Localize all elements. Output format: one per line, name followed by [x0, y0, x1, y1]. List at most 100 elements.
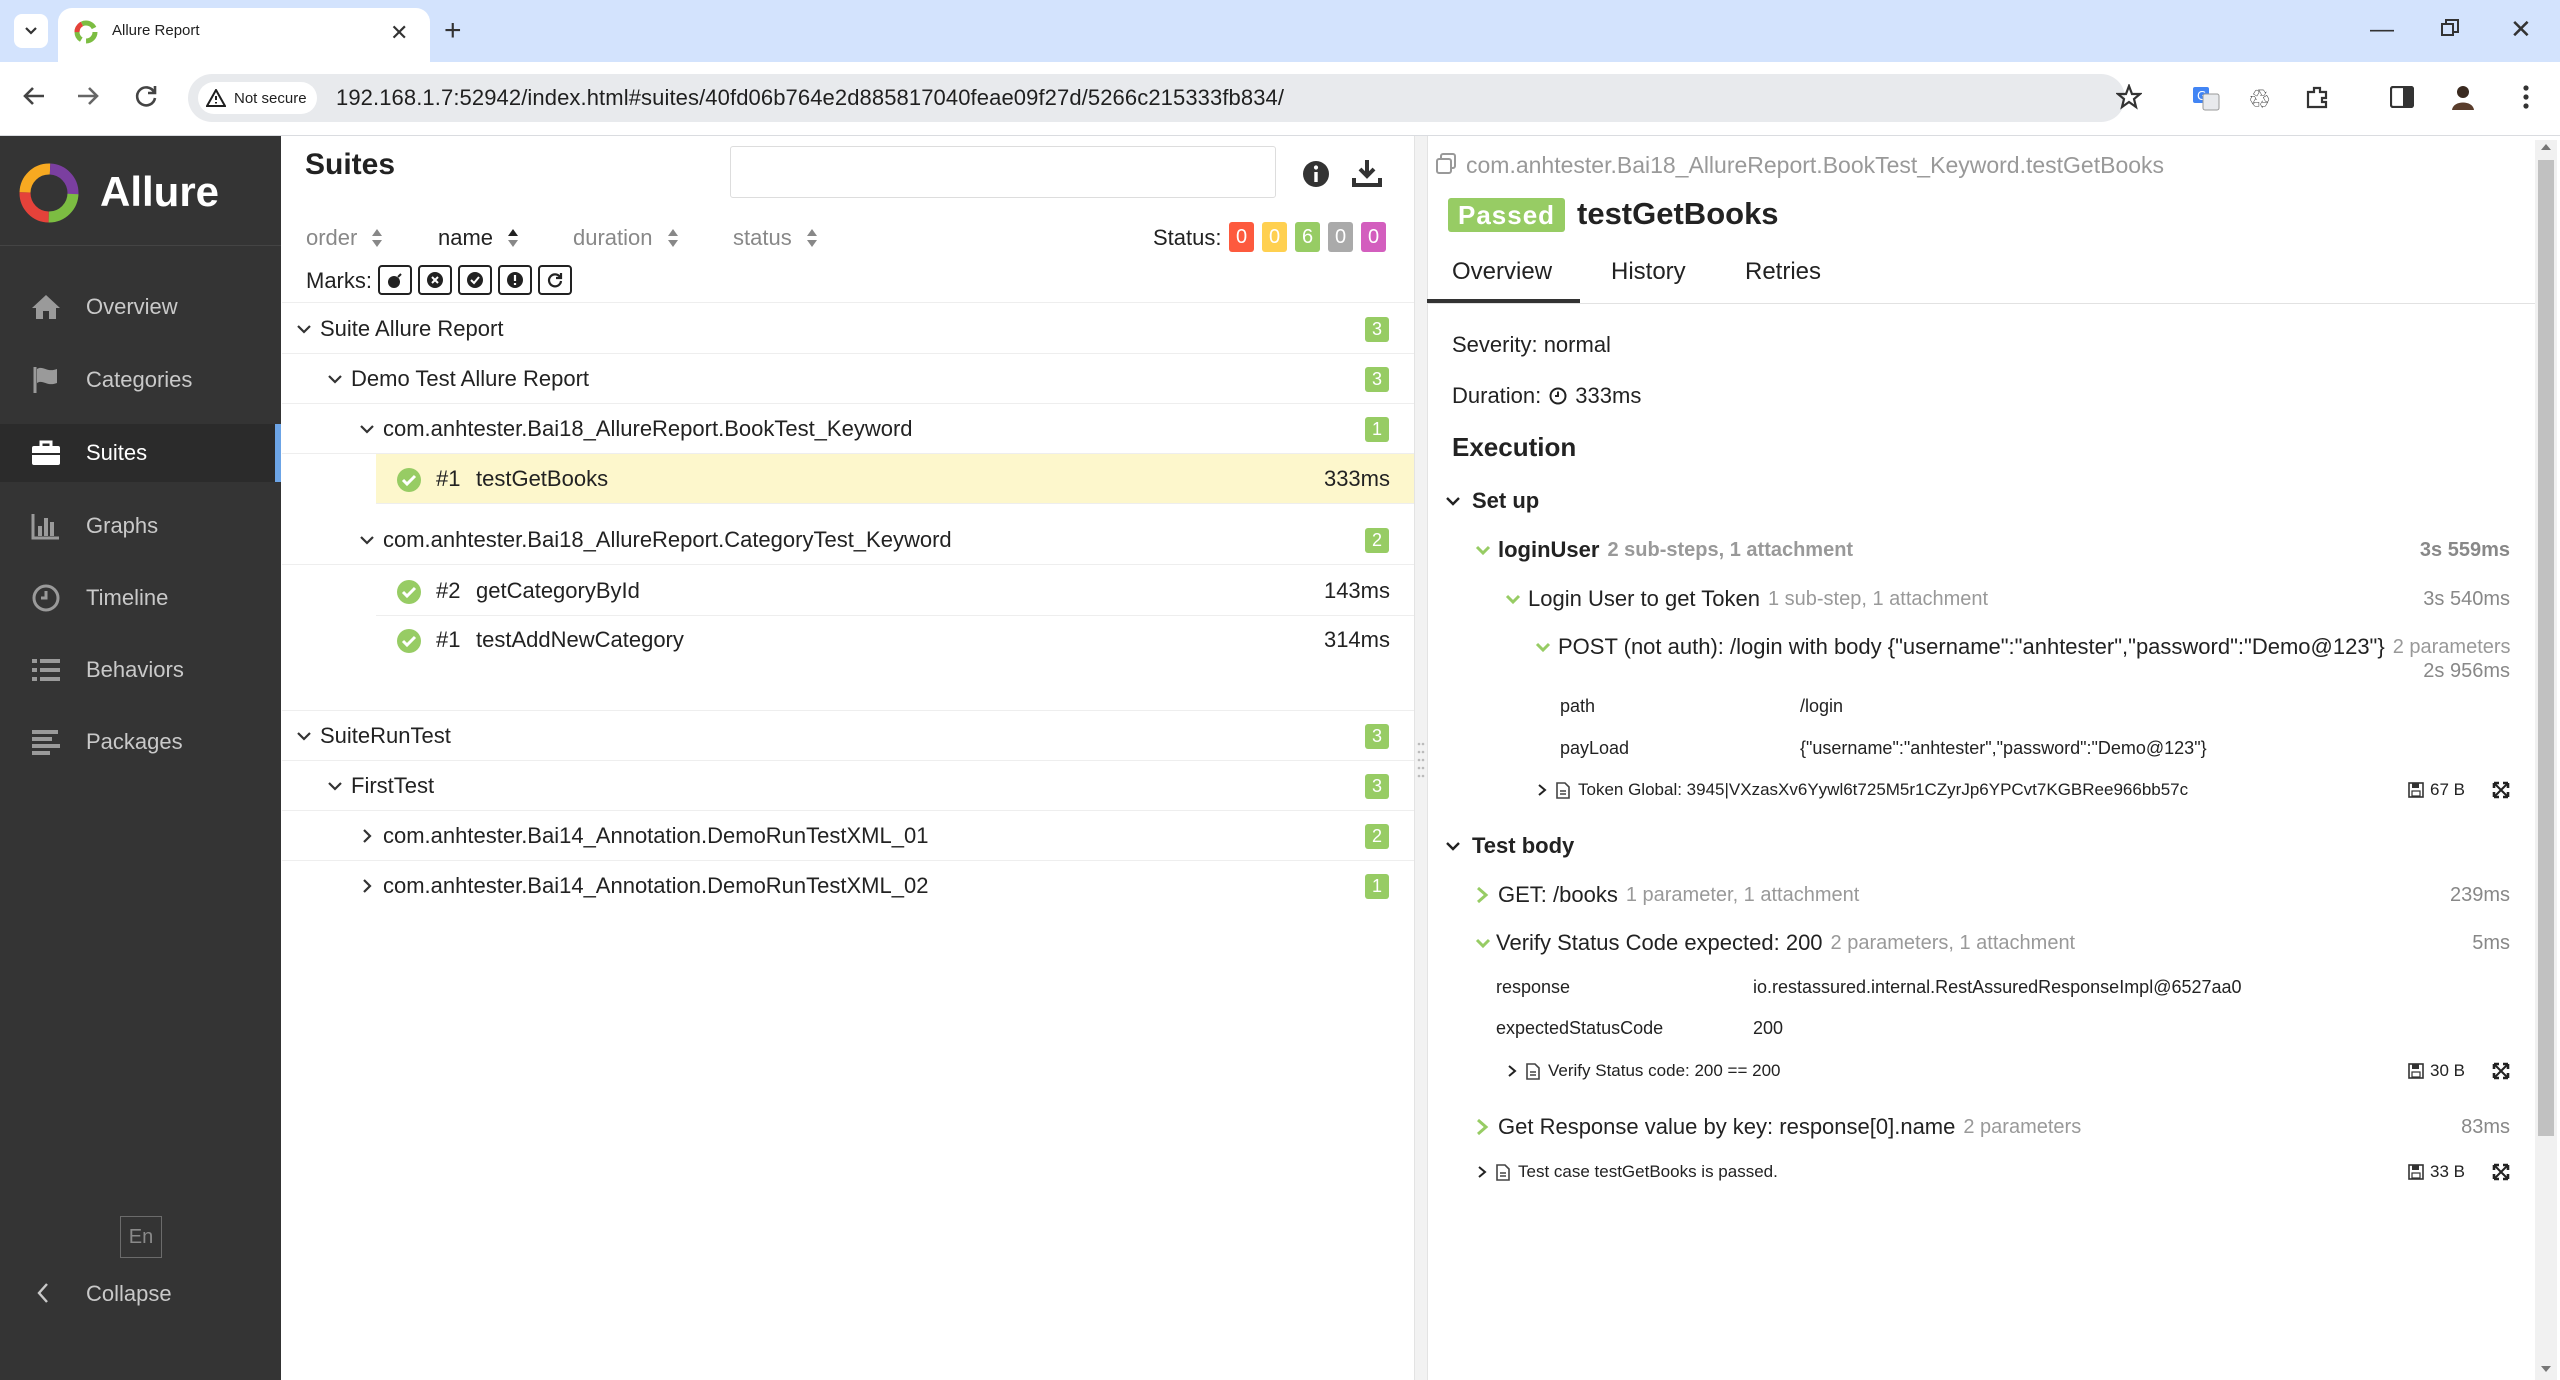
profile-avatar-icon[interactable] [2448, 82, 2478, 112]
side-panel-icon[interactable] [2390, 86, 2414, 108]
info-icon[interactable] [1302, 160, 1330, 188]
attachment-test-passed[interactable]: Test case testGetBooks is passed. [1476, 1162, 1778, 1182]
sort-duration[interactable]: duration [573, 225, 679, 251]
sidebar-item-overview[interactable]: Overview [0, 278, 281, 336]
tree-top-border [282, 302, 1414, 303]
sidebar-item-label: Overview [86, 294, 178, 319]
tree-node-suite-allure-report[interactable]: Suite Allure Report 3 [282, 304, 1414, 354]
collapse-button[interactable]: Collapse [86, 1281, 172, 1307]
expand-icon[interactable] [2492, 1163, 2510, 1181]
status-filter-label: Status: [1153, 225, 1222, 250]
expand-icon[interactable] [2492, 781, 2510, 799]
chevron-right-icon [357, 826, 377, 846]
status-filter-skipped[interactable]: 0 [1328, 222, 1353, 252]
attachment-token-global[interactable]: Token Global: 3945|VXzasXv6Yywl6t725M5r1… [1536, 780, 2188, 800]
attachment-name: Test case testGetBooks is passed. [1518, 1162, 1778, 1181]
step-post-login[interactable]: POST (not auth): /login with body {"user… [1534, 634, 2511, 660]
bookmark-star-icon[interactable] [2116, 84, 2142, 110]
new-tab-icon[interactable]: + [444, 14, 462, 48]
tree-node-booktest-keyword[interactable]: com.anhtester.Bai18_AllureReport.BookTes… [282, 404, 1414, 454]
mark-new-passed-button[interactable] [458, 265, 492, 295]
sidebar-item-graphs[interactable]: Graphs [0, 497, 281, 555]
tab-search-button[interactable] [14, 14, 48, 48]
drag-handle-icon[interactable] [1417, 740, 1425, 780]
tree-node-name: Demo Test Allure Report [351, 366, 590, 391]
mark-new-broken-button[interactable] [498, 265, 532, 295]
step-loginuser[interactable]: loginUser 2 sub-steps, 1 attachment [1474, 537, 1853, 563]
attachment-verify-status[interactable]: Verify Status code: 200 == 200 [1506, 1061, 1781, 1081]
tree-node-demoruntestxml01[interactable]: com.anhtester.Bai14_Annotation.DemoRunTe… [282, 811, 1414, 861]
extensions-puzzle-icon[interactable] [2304, 84, 2330, 110]
chevron-down-icon [357, 419, 377, 439]
language-selector[interactable]: En [120, 1216, 162, 1258]
sort-status[interactable]: status [733, 225, 818, 251]
recycle-extension-icon[interactable]: ♲ [2248, 84, 2271, 115]
tab-retries[interactable]: Retries [1745, 258, 1821, 286]
url-text[interactable]: 192.168.1.7:52942/index.html#suites/40fd… [336, 85, 1284, 111]
expand-icon[interactable] [2492, 1062, 2510, 1080]
translate-extension-icon[interactable]: G [2192, 84, 2220, 112]
status-badge: Passed [1448, 198, 1566, 232]
search-input[interactable] [730, 146, 1276, 198]
briefcase-icon [28, 435, 64, 471]
count-badge: 3 [1365, 317, 1389, 342]
step-verify-status[interactable]: Verify Status Code expected: 200 2 param… [1474, 930, 2075, 956]
test-body-section-toggle[interactable]: Test body [1444, 833, 1574, 859]
reload-icon[interactable] [132, 82, 160, 110]
mark-flaky-button[interactable] [378, 265, 412, 295]
back-icon[interactable] [20, 82, 48, 110]
status-filter-unknown[interactable]: 0 [1361, 222, 1386, 252]
restore-icon[interactable] [2440, 18, 2460, 38]
tree-node-name: com.anhtester.Bai14_Annotation.DemoRunTe… [383, 873, 929, 898]
chevron-left-icon[interactable] [36, 1282, 50, 1304]
sort-status-label: status [733, 225, 792, 250]
scroll-down-icon[interactable] [2540, 1364, 2552, 1374]
sidebar-item-timeline[interactable]: Timeline [0, 569, 281, 627]
scroll-up-icon[interactable] [2540, 142, 2552, 152]
sidebar-divider [0, 245, 281, 246]
tree-node-firsttest[interactable]: FirstTest 3 [282, 761, 1414, 811]
tab-title: Allure Report [112, 22, 200, 39]
test-name: testGetBooks [476, 466, 609, 491]
not-secure-label: Not secure [234, 89, 307, 107]
sort-icon [667, 228, 679, 248]
download-icon[interactable] [1352, 158, 1382, 188]
status-filter-broken[interactable]: 0 [1262, 222, 1287, 252]
minimize-icon[interactable]: — [2370, 16, 2394, 44]
tab-history[interactable]: History [1611, 258, 1686, 286]
mark-new-failed-button[interactable] [418, 265, 452, 295]
clock-icon [1549, 387, 1567, 405]
chrome-menu-icon[interactable] [2522, 84, 2530, 110]
test-row-getcategorybyid[interactable]: #2 getCategoryById 143ms [376, 566, 1414, 616]
test-row-testgetbooks[interactable]: #1 testGetBooks 333ms [376, 454, 1414, 504]
close-window-icon[interactable]: ✕ [2510, 14, 2532, 45]
tree-node-demo-test[interactable]: Demo Test Allure Report 3 [282, 354, 1414, 404]
sidebar-item-behaviors[interactable]: Behaviors [0, 641, 281, 699]
test-row-testaddnewcategory[interactable]: #1 testAddNewCategory 314ms [376, 615, 1414, 665]
mark-retries-button[interactable] [538, 265, 572, 295]
tree-node-demoruntestxml02[interactable]: com.anhtester.Bai14_Annotation.DemoRunTe… [282, 861, 1414, 911]
tree-node-categorytest-keyword[interactable]: com.anhtester.Bai18_AllureReport.Categor… [282, 515, 1414, 565]
not-secure-chip[interactable]: Not secure [198, 82, 317, 114]
scrollbar-thumb[interactable] [2538, 160, 2554, 1136]
step-get-books[interactable]: GET: /books 1 parameter, 1 attachment [1474, 882, 1859, 908]
step-login-token[interactable]: Login User to get Token 1 sub-step, 1 at… [1504, 586, 1988, 612]
brand-name[interactable]: Allure [100, 168, 219, 216]
close-tab-icon[interactable]: ✕ [390, 20, 408, 46]
sidebar-item-packages[interactable]: Packages [0, 713, 281, 771]
sort-order[interactable]: order [306, 225, 383, 251]
sort-name[interactable]: name [438, 225, 519, 251]
tab-overview[interactable]: Overview [1452, 258, 1552, 286]
sort-icon [371, 228, 383, 248]
sidebar-item-suites[interactable]: Suites [0, 424, 281, 482]
allure-logo-icon[interactable] [16, 160, 82, 226]
setup-section-toggle[interactable]: Set up [1444, 488, 1539, 514]
step-get-response-value[interactable]: Get Response value by key: response[0].n… [1474, 1114, 2081, 1140]
status-filter-passed[interactable]: 6 [1295, 222, 1320, 252]
forward-icon[interactable] [74, 82, 102, 110]
tree-node-name: Suite Allure Report [320, 316, 504, 341]
sidebar-item-categories[interactable]: Categories [0, 351, 281, 409]
tree-node-suiteruntest[interactable]: SuiteRunTest 3 [282, 711, 1414, 761]
copy-icon[interactable] [1434, 152, 1458, 176]
status-filter-failed[interactable]: 0 [1229, 222, 1254, 252]
